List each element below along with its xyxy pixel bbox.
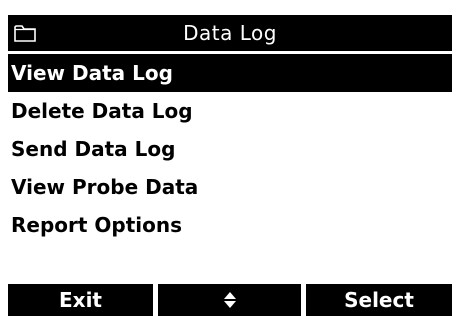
menu-item-view-data-log[interactable]: View Data Log: [8, 54, 452, 92]
title-bar: Data Log: [8, 15, 452, 51]
up-down-arrow-icon: [223, 292, 236, 308]
exit-button[interactable]: Exit: [8, 284, 153, 316]
menu-item-delete-data-log[interactable]: Delete Data Log: [8, 92, 452, 130]
menu-item-report-options[interactable]: Report Options: [8, 206, 452, 244]
select-button[interactable]: Select: [306, 284, 452, 316]
device-screen: Data Log View Data Log Delete Data Log S…: [8, 15, 452, 316]
menu-item-send-data-log[interactable]: Send Data Log: [8, 130, 452, 168]
page-title: Data Log: [183, 21, 277, 45]
menu-item-view-probe-data[interactable]: View Probe Data: [8, 168, 452, 206]
softkey-bar: Exit Select: [8, 284, 452, 316]
navigate-up-down-button[interactable]: [158, 284, 301, 316]
menu-list: View Data Log Delete Data Log Send Data …: [8, 54, 452, 244]
